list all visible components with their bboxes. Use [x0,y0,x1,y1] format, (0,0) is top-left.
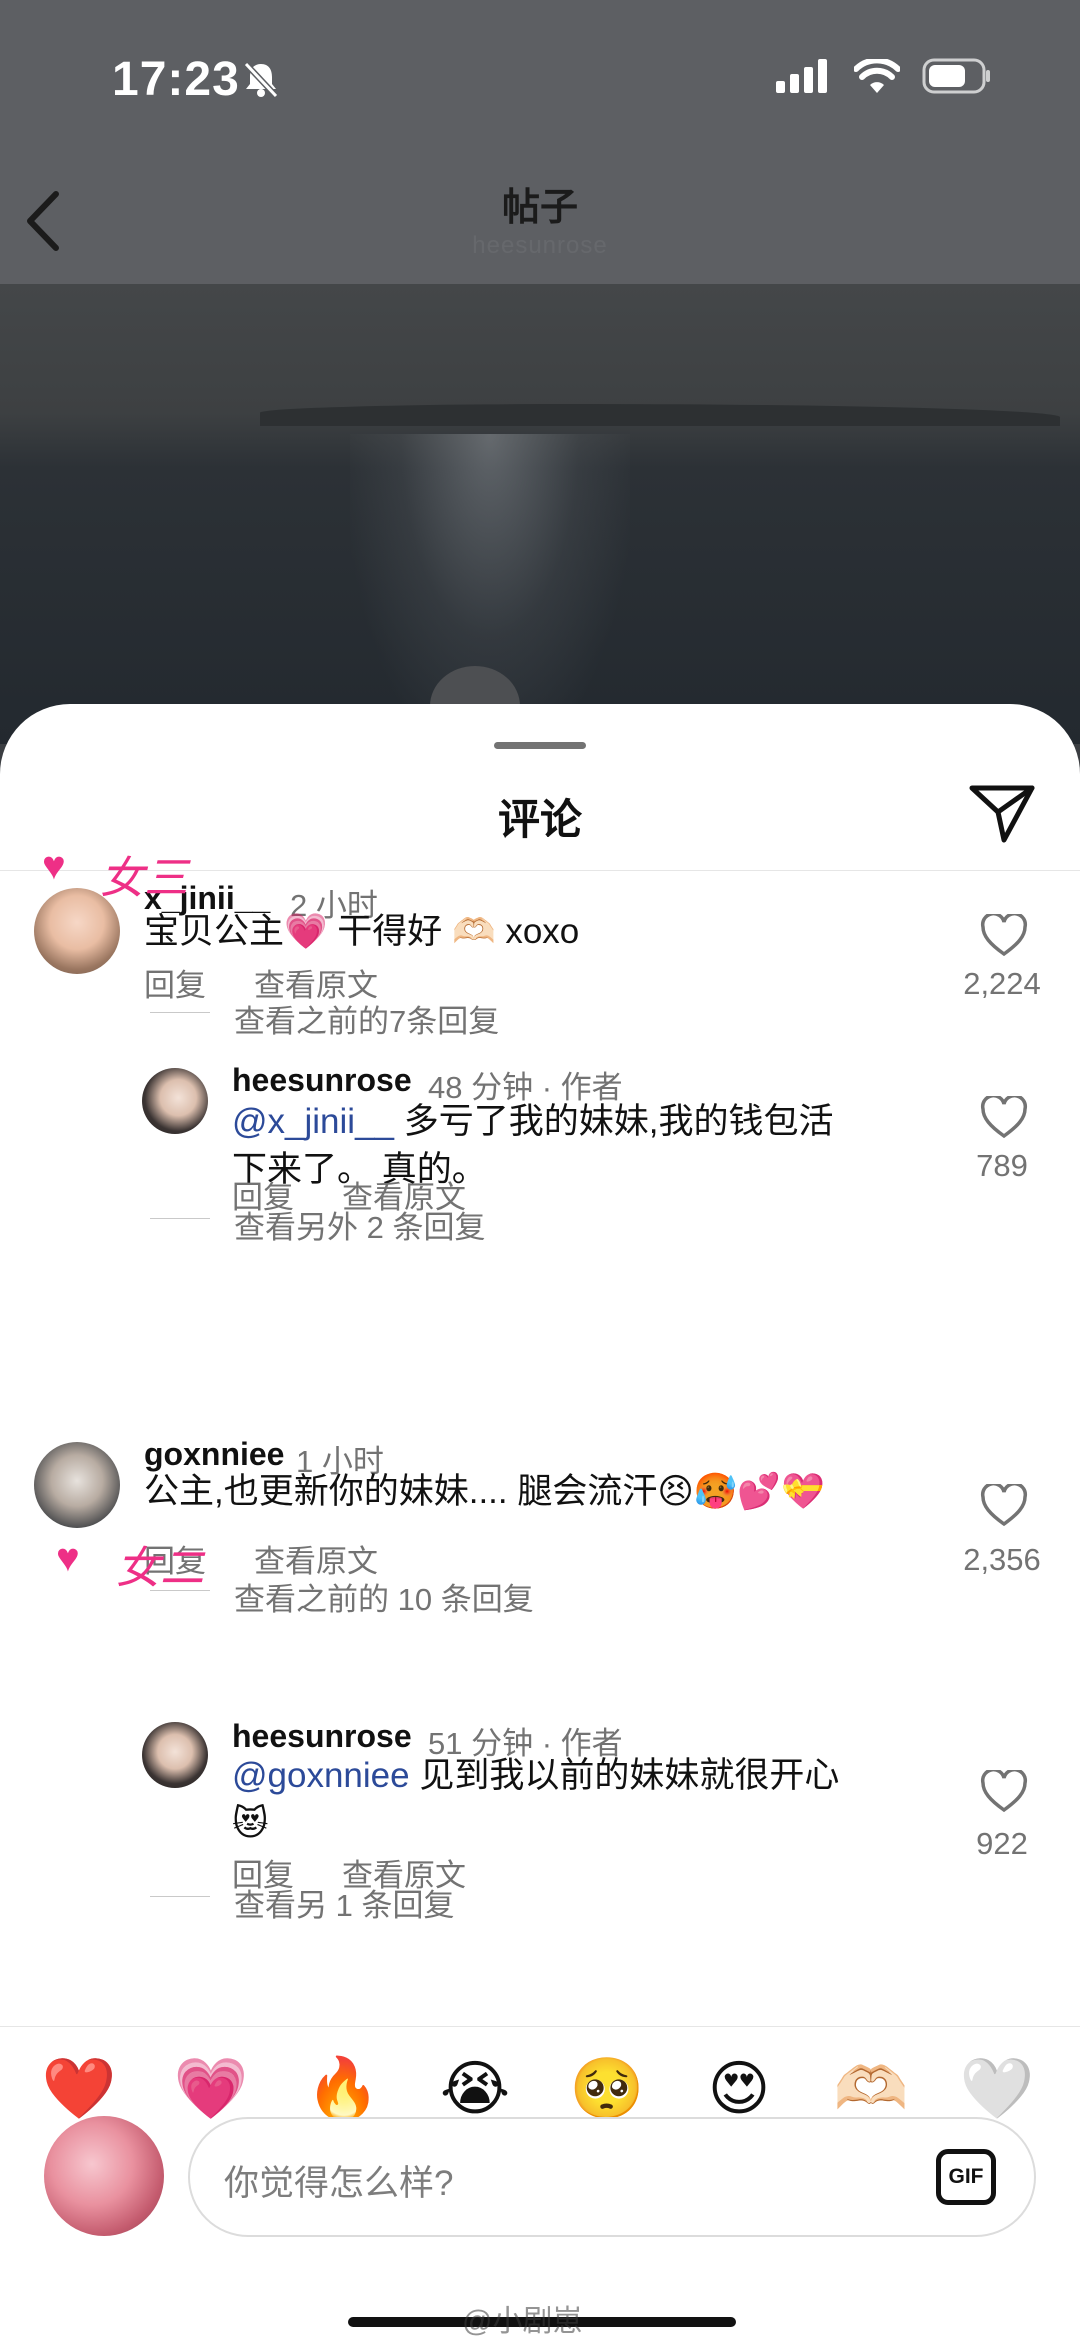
view-replies-button[interactable]: 查看另外 2 条回复 [234,1202,485,1247]
comments-sheet: 评论 x_jinii__ 2 小时 宝贝公主💗 干得好 🫶🏻 xoxo 回复 查… [0,704,1080,2341]
emoji-bar-divider [0,2026,1080,2027]
like-count: 789 [976,1148,1028,1183]
mention-link[interactable]: @goxnniee [232,1756,410,1795]
avatar[interactable] [142,1068,208,1134]
page-subtitle: heesunrose [472,232,608,259]
battery-icon [922,58,990,94]
like-count: 922 [976,1826,1028,1861]
like-count: 2,356 [963,1542,1041,1577]
heart-icon[interactable] [980,1770,1028,1814]
heart-icon[interactable] [980,1096,1028,1140]
comment-username[interactable]: heesunrose [232,1062,412,1099]
comment-text: 公主,也更新你的妹妹.... 腿会流汗😣🥵💕💝 [144,1472,825,1511]
photo-hills [260,404,1060,426]
avatar[interactable] [34,1442,120,1528]
annotation-stamp: 女三 [100,853,188,904]
bell-slash-icon [243,61,279,99]
view-replies-button[interactable]: 查看另 1 条回复 [234,1880,454,1925]
comment-text-line2: 😻 [232,1804,269,1843]
view-replies-line [150,1218,210,1219]
view-replies-line [150,1896,210,1897]
comment-username[interactable]: heesunrose [232,1718,412,1755]
mention-link[interactable]: @x_jinii__ [232,1102,394,1141]
pink-heart-stamp-icon: ♥ [56,1536,80,1580]
comment-text-line1: 见到我以前的妹妹就很开心 [409,1756,840,1795]
comment-input-placeholder: 你觉得怎么样? [224,2164,454,2203]
status-time: 17:23 [112,53,240,106]
avatar[interactable] [142,1722,208,1788]
comment-text: @x_jinii__ 多亏了我的妹妹,我的钱包活 下来了。 真的。 [232,1098,932,1194]
pink-heart-stamp-icon: ♥ [42,844,66,888]
heart-icon[interactable] [980,1484,1028,1528]
signal-icon [776,59,827,93]
status-icons [754,58,992,94]
comment-text: 宝贝公主💗 干得好 🫶🏻 xoxo [144,912,580,951]
drag-handle[interactable] [494,742,586,749]
comments-title: 评论 [497,796,582,843]
watermark: @小剧崽 [462,2305,583,2338]
comment-input[interactable]: 你觉得怎么样? GIF [188,2117,1036,2237]
current-user-avatar[interactable] [44,2116,164,2236]
heart-icon[interactable] [980,914,1028,958]
post-photo [0,284,1080,744]
page-title: 帖子 [501,187,578,229]
view-replies-button[interactable]: 查看之前的 10 条回复 [234,1574,534,1619]
annotation-stamp: 女二 [116,1543,204,1594]
reply-button[interactable]: 回复 [144,960,206,1005]
comment-text-line1: 多亏了我的妹妹,我的钱包活 [394,1102,834,1141]
like-count: 2,224 [963,966,1041,1001]
gif-button[interactable]: GIF [936,2149,996,2205]
wifi-icon [854,59,900,93]
view-replies-line [150,1012,210,1013]
share-send-icon[interactable] [968,782,1036,844]
view-replies-button[interactable]: 查看之前的7条回复 [234,996,499,1041]
comment-text: @goxnniee 见到我以前的妹妹就很开心 😻 [232,1752,932,1848]
